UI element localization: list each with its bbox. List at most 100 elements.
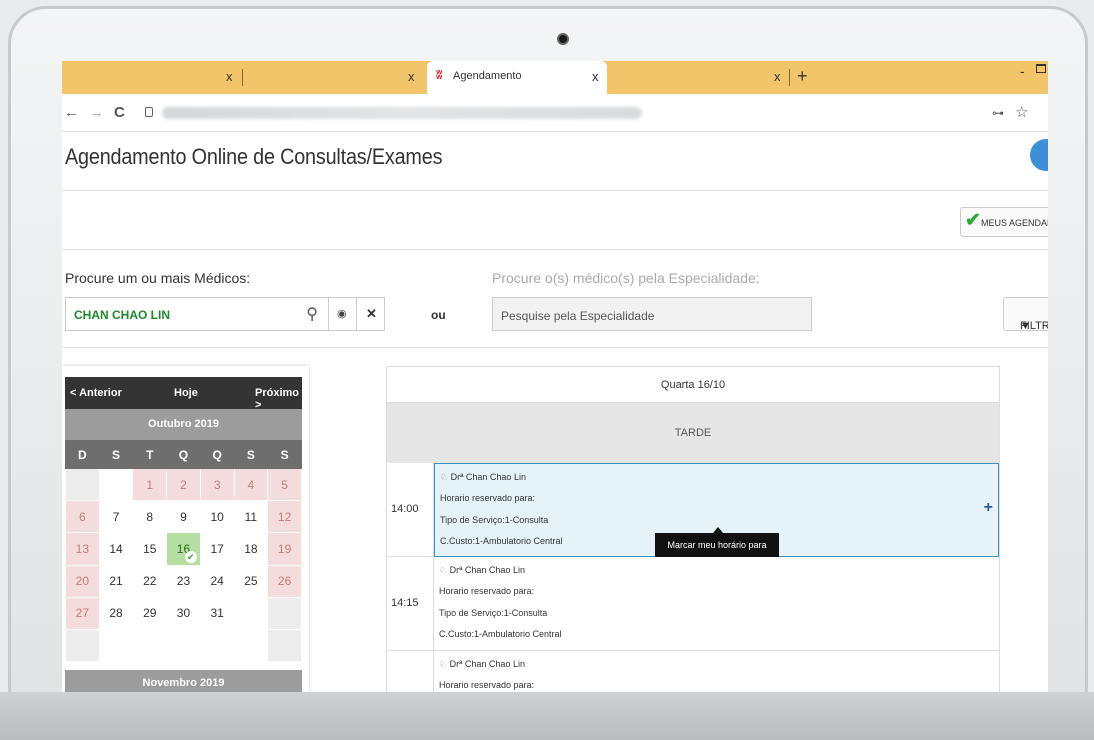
calendar-day-number: 19 bbox=[277, 541, 292, 556]
medicos-label: Procure um ou mais Médicos: bbox=[65, 270, 251, 286]
schedule-slot[interactable]: ♘ Drª Chan Chao Lin Horario reservado par… bbox=[387, 651, 999, 692]
calendar-day[interactable]: 30 bbox=[166, 596, 201, 630]
doctor-icon: ♘ bbox=[439, 659, 450, 669]
calendar-day[interactable]: 7 bbox=[98, 500, 134, 534]
calendar-day-number: 14 bbox=[109, 541, 123, 556]
slot-reserved-text: Horario reservado para: bbox=[439, 680, 535, 690]
calendar-next-button[interactable]: Próximo > bbox=[255, 387, 302, 411]
schedule-slot[interactable]: 14:15 ♘ Drª Chan Chao Lin Horario reservad… bbox=[387, 557, 999, 651]
calendar-day[interactable]: 5 bbox=[267, 467, 302, 502]
calendar-day[interactable]: 9 bbox=[166, 500, 201, 534]
view-button[interactable]: ◉ bbox=[328, 297, 357, 331]
calendar-day[interactable]: 26 bbox=[267, 564, 302, 598]
bookmark-star-icon[interactable]: ☆ bbox=[1015, 103, 1028, 121]
search-icon[interactable]: ⚲ bbox=[306, 304, 318, 324]
filter-button[interactable]: ▼ FILTR bbox=[1003, 297, 1048, 332]
tab-close-icon[interactable]: x bbox=[226, 69, 233, 84]
calendar-day[interactable]: 31 bbox=[199, 596, 235, 630]
slot-service: Tipo de Serviço:1-Consulta bbox=[439, 608, 547, 618]
minimize-button[interactable]: - bbox=[1020, 63, 1025, 79]
slot-service-text: Tipo de Serviço:1-Consulta bbox=[439, 608, 548, 618]
tab-close-icon[interactable]: x bbox=[592, 69, 599, 84]
calendar-day-number: 20 bbox=[75, 574, 90, 589]
calendar-day[interactable]: 11 bbox=[233, 500, 269, 534]
tab-bar: x x ʬ Agendamento x x + - bbox=[62, 61, 1048, 94]
calendar-day-number: 9 bbox=[180, 509, 187, 524]
avatar[interactable] bbox=[1030, 139, 1048, 171]
add-appointment-button[interactable]: + bbox=[984, 499, 993, 517]
calendar-day[interactable]: 23 bbox=[166, 564, 201, 598]
calendar-day-number: 4 bbox=[247, 477, 255, 492]
calendar-day-number: 28 bbox=[109, 606, 123, 621]
tab-close-icon[interactable]: x bbox=[408, 69, 415, 84]
calendar-empty-cell bbox=[132, 628, 168, 663]
url-input[interactable] bbox=[162, 107, 642, 119]
calendar-day[interactable]: 27 bbox=[65, 596, 100, 630]
new-tab-button[interactable]: + bbox=[797, 66, 808, 87]
menu-icon[interactable]: ⋮ bbox=[1042, 103, 1048, 121]
tab-1[interactable]: x bbox=[62, 61, 242, 94]
calendar-day[interactable]: 29 bbox=[132, 596, 168, 630]
calendar-day-number: 26 bbox=[277, 574, 292, 589]
calendar-empty-cell bbox=[199, 628, 235, 663]
calendar-day[interactable]: 15 bbox=[132, 532, 168, 566]
tab-4[interactable]: x bbox=[608, 61, 788, 94]
calendar-day[interactable]: 18 bbox=[233, 532, 269, 566]
calendar-day[interactable]: 28 bbox=[98, 596, 134, 630]
meus-agendamentos-button[interactable]: ✔ MEUS AGENDAMEN bbox=[960, 207, 1048, 237]
calendar-day-number: 11 bbox=[244, 509, 258, 524]
calendar-day-number: 18 bbox=[244, 541, 258, 556]
calendar-nav: < Anterior Hoje Próximo > bbox=[65, 377, 302, 411]
calendar-day[interactable]: 4 bbox=[233, 467, 269, 502]
calendar-week: 6 7 8 9 10 11 12 bbox=[65, 500, 302, 534]
calendar-day[interactable]: 10 bbox=[199, 500, 235, 534]
tab-close-icon[interactable]: x bbox=[774, 69, 781, 84]
restore-button[interactable] bbox=[1036, 64, 1046, 73]
calendar-day-number: 1 bbox=[146, 477, 154, 492]
calendar-day[interactable]: 1 bbox=[132, 467, 168, 502]
slot-time-cell: 14:15 bbox=[387, 557, 434, 651]
calendar-day[interactable]: 21 bbox=[98, 564, 134, 598]
calendar-day[interactable]: 13 bbox=[65, 532, 100, 566]
calendar-day[interactable]: 25 bbox=[233, 564, 269, 598]
calendar-day[interactable]: 8 bbox=[132, 500, 168, 534]
weekday-header: D bbox=[65, 440, 100, 469]
calendar-day[interactable]: 12 bbox=[267, 500, 302, 534]
slot-doctor-text: Drª Chan Chao Lin bbox=[450, 472, 526, 482]
page-title: Agendamento Online de Consultas/Exames bbox=[65, 144, 443, 169]
calendar-day[interactable]: 17 bbox=[199, 532, 235, 566]
clear-button[interactable]: ✕ bbox=[356, 297, 385, 331]
calendar-day[interactable]: 16 ✔ bbox=[166, 532, 201, 566]
calendar-day[interactable]: 14 bbox=[98, 532, 134, 566]
calendar-day-number: 10 bbox=[210, 509, 224, 524]
calendar-day[interactable]: 22 bbox=[132, 564, 168, 598]
calendar-day-number: 15 bbox=[143, 541, 157, 556]
calendar-day[interactable]: 20 bbox=[65, 564, 100, 598]
back-button[interactable]: ← bbox=[64, 104, 79, 121]
especialidade-label: Procure o(s) médico(s) pela Especialidad… bbox=[492, 270, 760, 286]
tab-2[interactable]: x bbox=[244, 61, 424, 94]
calendar-day-number: 17 bbox=[210, 541, 224, 556]
especialidade-search-input[interactable]: Pesquise pela Especialidade bbox=[492, 297, 812, 331]
medico-search-input[interactable]: CHAN CHAO LIN ⚲ bbox=[65, 297, 329, 331]
tooltip: Marcar meu horário para 14:00 bbox=[655, 533, 779, 574]
calendar-day-number: 23 bbox=[176, 574, 191, 589]
calendar-day-number: 31 bbox=[210, 606, 224, 621]
tab-agendamento[interactable]: ʬ Agendamento x bbox=[427, 61, 607, 94]
slot-details[interactable]: ♘ Drª Chan Chao Lin Horario reservado par… bbox=[434, 651, 999, 692]
forward-button[interactable]: → bbox=[89, 104, 104, 121]
calendar-day-number: 6 bbox=[79, 509, 86, 524]
calendar-prev-button[interactable]: < Anterior bbox=[70, 387, 122, 399]
slot-doctor: ♘ Drª Chan Chao Lin bbox=[439, 659, 525, 670]
calendar-day[interactable]: 19 bbox=[267, 532, 302, 566]
weekday-header: S bbox=[267, 440, 302, 469]
calendar-day[interactable]: 24 bbox=[199, 564, 235, 598]
slot-doctor-text: Drª Chan Chao Lin bbox=[449, 659, 525, 669]
reload-button[interactable]: C bbox=[114, 104, 125, 121]
key-icon[interactable]: ⊶ bbox=[992, 106, 1004, 120]
calendar-today-button[interactable]: Hoje bbox=[174, 387, 198, 399]
calendar-day[interactable]: 2 bbox=[166, 467, 201, 502]
calendar-day[interactable]: 6 bbox=[65, 500, 100, 534]
calendar-day[interactable]: 3 bbox=[199, 467, 235, 502]
calendar-next-month-title: Novembro 2019 bbox=[142, 677, 225, 689]
